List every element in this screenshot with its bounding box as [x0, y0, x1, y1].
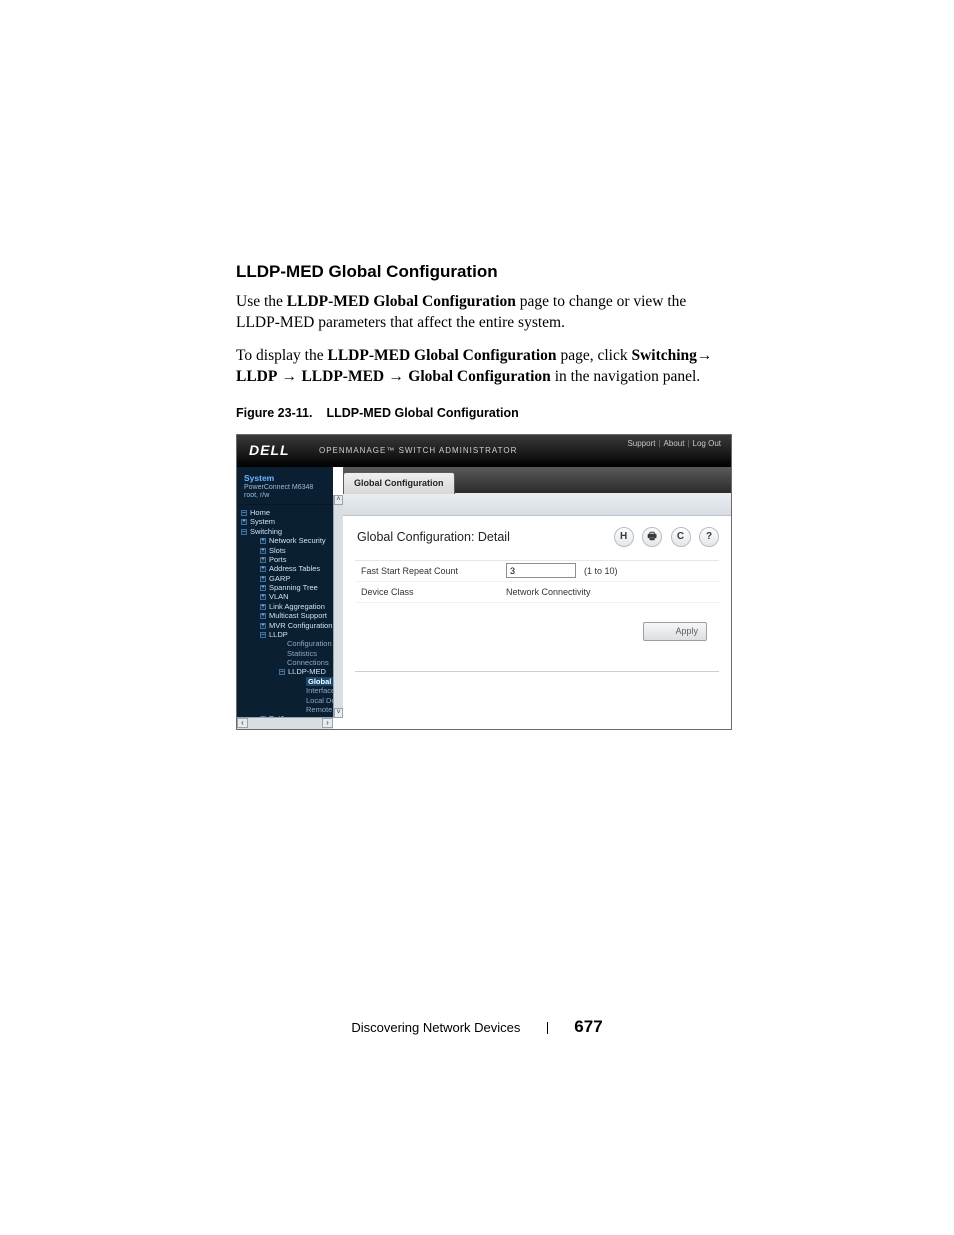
refresh-icon[interactable]: C — [671, 527, 691, 547]
scroll-up-icon[interactable]: ˄ — [334, 495, 343, 505]
tree-med-global[interactable]: Global Con — [298, 677, 333, 686]
tree-switching[interactable]: Switching Network Security Slots Ports A… — [241, 527, 333, 724]
page-name-bold: LLDP-MED Global Configuration — [327, 347, 556, 364]
arrow-icon: → — [277, 368, 301, 385]
link-about[interactable]: About — [664, 439, 685, 448]
label-fast-start: Fast Start Repeat Count — [355, 566, 506, 576]
footer-page-number: 677 — [574, 1017, 602, 1036]
system-user: root, r/w — [244, 492, 326, 500]
hint-fast-start: (1 to 10) — [584, 566, 618, 576]
help-icon[interactable]: ? — [699, 527, 719, 547]
scroll-left-icon[interactable]: ‹ — [237, 718, 248, 728]
tree-med-local[interactable]: Local Device — [298, 696, 333, 705]
text: in the navigation panel. — [551, 368, 700, 385]
tree-spanning-tree[interactable]: Spanning Tree — [260, 583, 333, 592]
tree-multicast-support[interactable]: Multicast Support — [260, 611, 333, 620]
scroll-right-icon[interactable]: › — [322, 718, 333, 728]
form-block: Fast Start Repeat Count (1 to 10) Device… — [355, 560, 719, 603]
text: To display the — [236, 347, 327, 364]
tree-home[interactable]: Home — [241, 508, 333, 517]
apply-button[interactable]: Apply — [643, 622, 707, 641]
apply-row: Apply — [343, 621, 731, 641]
content-column: LLDP-MED Global Configuration Use the LL… — [236, 262, 730, 730]
input-fast-start[interactable] — [506, 563, 576, 578]
page: LLDP-MED Global Configuration Use the LL… — [0, 0, 954, 1235]
menu-lldp-med: LLDP-MED — [301, 368, 384, 385]
page-footer: Discovering Network Devices 677 — [0, 1017, 954, 1037]
footer-divider — [547, 1022, 548, 1034]
tree-med-remote[interactable]: Remote Dev — [298, 705, 333, 714]
nav-tree-pane: System PowerConnect M6348 root, r/w Home… — [237, 467, 333, 729]
intro-paragraph-2: To display the LLDP-MED Global Configura… — [236, 346, 730, 388]
tree-lldp[interactable]: LLDP Configuration Statistics Connection… — [260, 630, 333, 714]
footer-chapter: Discovering Network Devices — [351, 1020, 520, 1035]
tree-slots[interactable]: Slots — [260, 546, 333, 555]
app-top-bar: DELL OPENMANAGE™ SWITCH ADMINISTRATOR Su… — [237, 435, 731, 467]
arrow-icon: → — [697, 347, 713, 364]
menu-switching: Switching — [631, 347, 696, 364]
tree-vlan[interactable]: VLAN — [260, 592, 333, 601]
sub-tab-strip — [343, 493, 731, 516]
scroll-down-icon[interactable]: ˅ — [334, 708, 343, 718]
suite-name: OPENMANAGE™ SWITCH ADMINISTRATOR — [319, 446, 517, 455]
tree-h-scrollbar[interactable]: ‹ › — [237, 717, 333, 729]
tree-lldp-configuration[interactable]: Configuration — [279, 639, 333, 648]
arrow-icon: → — [384, 368, 408, 385]
tree-lldp-med[interactable]: LLDP-MED Global Con Interface Co Local D… — [279, 667, 333, 714]
menu-lldp: LLDP — [236, 368, 277, 385]
tab-global-configuration[interactable]: Global Configuration — [343, 472, 455, 494]
figure-caption: Figure 23-11. LLDP-MED Global Configurati… — [236, 406, 730, 420]
page-name-bold: LLDP-MED Global Configuration — [287, 293, 516, 310]
tree-med-interface[interactable]: Interface Co — [298, 686, 333, 695]
tree-network-security[interactable]: Network Security — [260, 536, 333, 545]
tree-lldp-connections[interactable]: Connections — [279, 658, 333, 667]
intro-paragraph-1: Use the LLDP-MED Global Configuration pa… — [236, 292, 730, 334]
tree-system[interactable]: System — [241, 517, 333, 526]
brand-logo: DELL — [249, 442, 290, 458]
tree-lldp-statistics[interactable]: Statistics — [279, 649, 333, 658]
save-icon[interactable]: H — [614, 527, 634, 547]
panel-header: Global Configuration: Detail H 🖶 C ? — [343, 516, 731, 552]
system-header: System PowerConnect M6348 root, r/w — [237, 467, 333, 505]
tree-address-tables[interactable]: Address Tables — [260, 564, 333, 573]
row-device-class: Device Class Network Connectivity — [355, 582, 719, 603]
row-fast-start: Fast Start Repeat Count (1 to 10) — [355, 561, 719, 582]
menu-global-config: Global Configuration — [408, 368, 551, 385]
system-model: PowerConnect M6348 — [244, 484, 326, 492]
link-logout[interactable]: Log Out — [693, 439, 721, 448]
system-title: System — [244, 473, 326, 483]
link-support[interactable]: Support — [627, 439, 655, 448]
text: Use the — [236, 293, 287, 310]
text: page, click — [557, 347, 632, 364]
value-device-class: Network Connectivity — [506, 587, 591, 597]
top-links: Support|About|Log Out — [627, 439, 721, 448]
divider — [355, 671, 719, 672]
tree-garp[interactable]: GARP — [260, 574, 333, 583]
figure-title: LLDP-MED Global Configuration — [326, 406, 518, 420]
tab-bar: Global Configuration — [343, 467, 731, 493]
screenshot: DELL OPENMANAGE™ SWITCH ADMINISTRATOR Su… — [236, 434, 732, 730]
panel-icon-row: H 🖶 C ? — [610, 526, 719, 547]
label-device-class: Device Class — [355, 587, 506, 597]
nav-tree[interactable]: Home System Switching Network Security S… — [237, 508, 333, 724]
section-heading: LLDP-MED Global Configuration — [236, 262, 730, 282]
tree-mvr-configuration[interactable]: MVR Configuration — [260, 621, 333, 630]
print-icon[interactable]: 🖶 — [642, 527, 662, 547]
main-pane: Global Configuration Global Configuratio… — [343, 467, 731, 729]
tree-ports[interactable]: Ports — [260, 555, 333, 564]
figure-number: Figure 23-11. — [236, 406, 312, 420]
tree-link-aggregation[interactable]: Link Aggregation — [260, 602, 333, 611]
